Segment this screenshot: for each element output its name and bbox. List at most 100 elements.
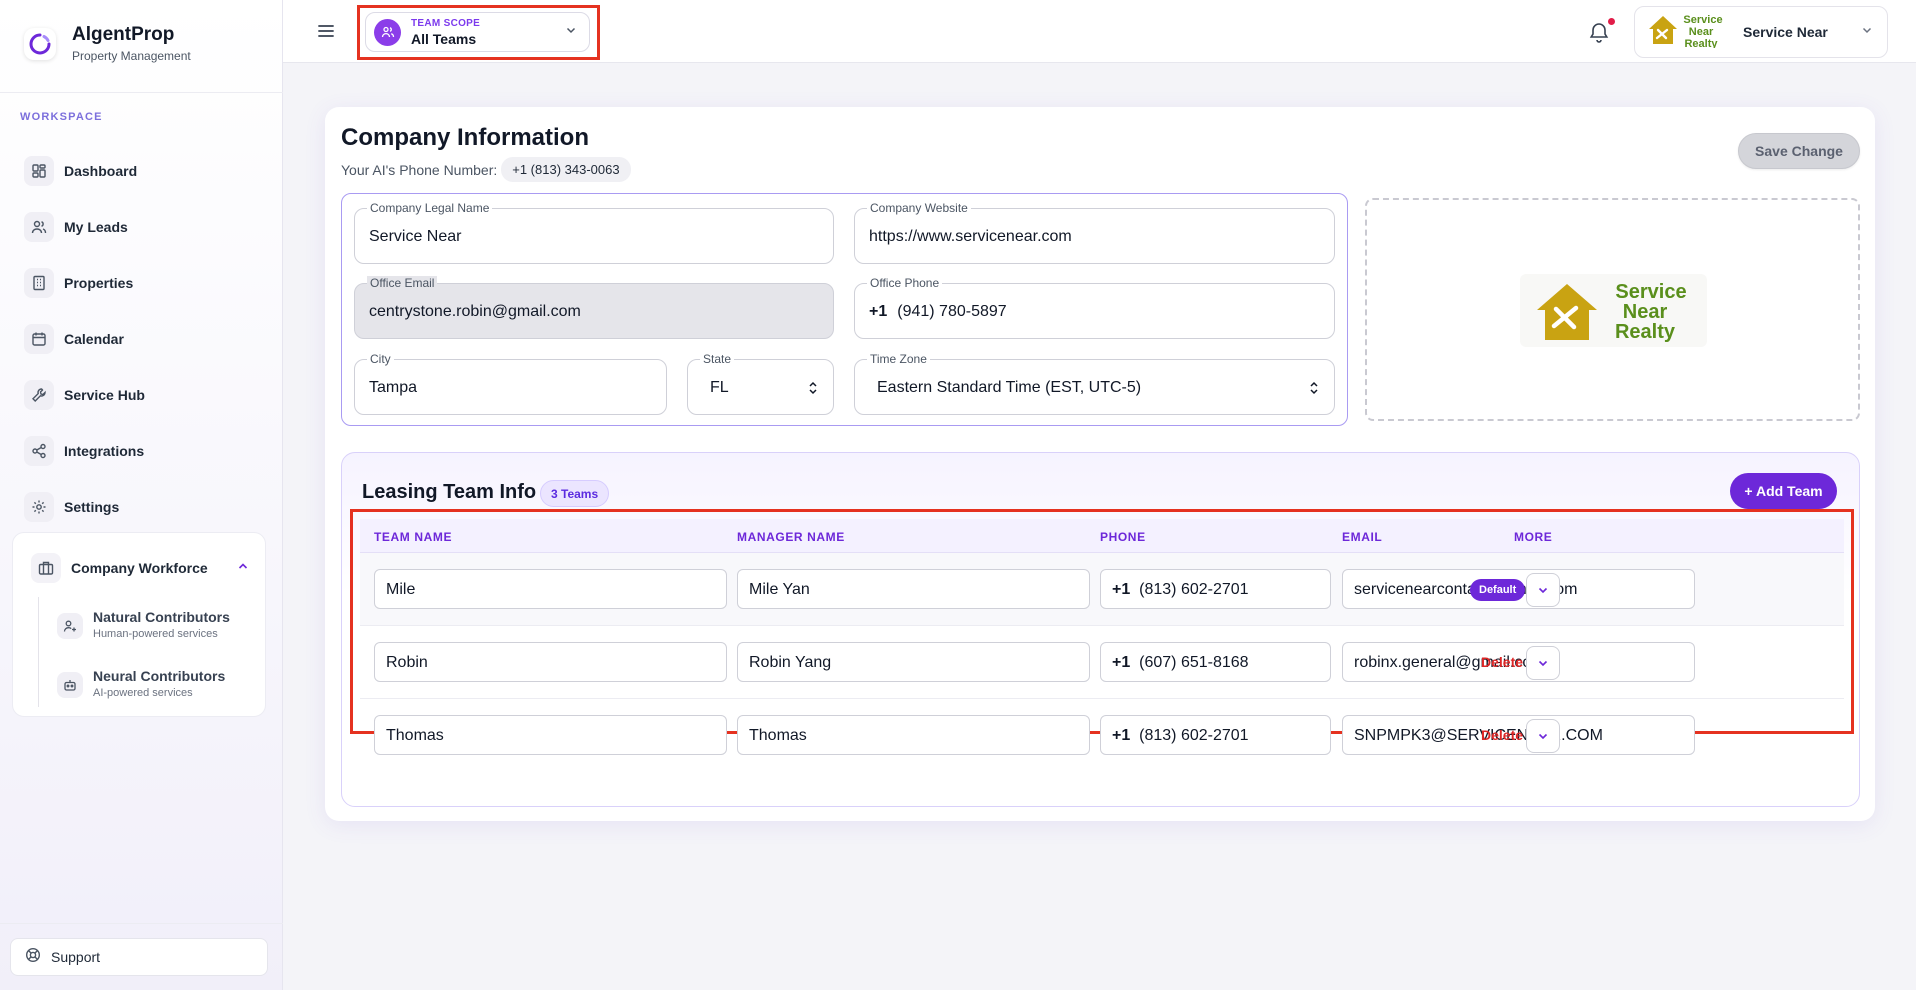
team-name-input[interactable]: Mile — [374, 569, 727, 609]
cell-value: SNPMPK3@SERVICENEAR.COM — [1354, 727, 1603, 744]
sidebar-item-label: Settings — [64, 499, 120, 515]
support-button[interactable]: Support — [10, 938, 268, 976]
column-header-phone: PHONE — [1100, 530, 1146, 544]
field-label: Company Website — [867, 201, 971, 215]
sidebar-item-dashboard[interactable]: Dashboard — [24, 143, 264, 199]
more-dropdown-button[interactable] — [1526, 719, 1560, 753]
ai-phone-label: Your AI's Phone Number: — [341, 161, 498, 178]
phone-input[interactable]: +1 (607) 651-8168 — [1100, 642, 1331, 682]
sidebar-item-natural-contributors[interactable]: Natural Contributors Human-powered servi… — [57, 609, 230, 640]
cell-value: (813) 602-2701 — [1139, 727, 1249, 744]
field-label: State — [700, 352, 735, 366]
company-workforce-panel: Company Workforce Natural Contributors H… — [12, 532, 266, 717]
sidebar-item-service-hub[interactable]: Service Hub — [24, 367, 264, 423]
teams-count-badge: 3 Teams — [540, 480, 610, 507]
save-change-button[interactable]: Save Change — [1738, 133, 1860, 169]
hamburger-menu-icon[interactable] — [317, 22, 335, 40]
team-name-input[interactable]: Thomas — [374, 715, 727, 755]
brand-logo-icon — [24, 27, 56, 60]
wrench-icon — [24, 380, 54, 410]
manager-name-input[interactable]: Robin Yang — [737, 642, 1090, 682]
logo-text-line: Service — [1683, 14, 1722, 26]
country-code: +1 — [1112, 581, 1131, 598]
phone-input[interactable]: +1 (813) 602-2701 — [1100, 569, 1331, 609]
sidebar: AlgentProp Property Management WORKSPACE… — [0, 0, 283, 990]
logo-text-line: Realty — [1614, 321, 1675, 343]
field-label: Company Legal Name — [367, 201, 493, 215]
sidebar-item-label: Integrations — [64, 443, 145, 459]
sidebar-item-properties[interactable]: Properties — [24, 255, 264, 311]
chevron-down-icon — [1861, 23, 1873, 41]
delete-team-button[interactable]: Delete — [1481, 654, 1523, 670]
sidebar-item-calendar[interactable]: Calendar — [24, 311, 264, 367]
sidebar-item-label: Service Hub — [64, 387, 145, 403]
default-badge: Default — [1470, 579, 1526, 601]
sidebar-item-label: My Leads — [64, 219, 128, 235]
delete-team-button[interactable]: Delete — [1481, 727, 1523, 743]
cell-value: Thomas — [386, 727, 444, 744]
logo-text-line: Realty — [1684, 38, 1718, 48]
cell-value: Mile Yan — [749, 581, 810, 598]
table-row: Thomas Thomas +1 (813) 602-2701 SNPMPK3@… — [360, 699, 1844, 772]
divider — [0, 923, 283, 924]
cell-value: Mile — [386, 581, 416, 598]
country-code: +1 — [869, 303, 888, 320]
table-row: Robin Robin Yang +1 (607) 651-8168 robin… — [360, 626, 1844, 699]
logo-text-line: Near — [1689, 26, 1714, 38]
city-field[interactable]: City Tampa — [354, 352, 667, 415]
column-header-email: EMAIL — [1342, 530, 1383, 544]
column-header-manager-name: MANAGER NAME — [737, 530, 845, 544]
chevron-down-icon — [1538, 660, 1548, 667]
teams-table: TEAM NAME MANAGER NAME PHONE EMAIL MORE … — [360, 519, 1844, 755]
more-dropdown-button[interactable] — [1526, 573, 1560, 607]
company-website-field[interactable]: Company Website https://www.servicenear.… — [854, 201, 1335, 264]
chevron-down-icon — [1538, 587, 1548, 594]
manager-name-input[interactable]: Thomas — [737, 715, 1090, 755]
cell-value: Thomas — [749, 727, 807, 744]
phone-input[interactable]: +1 (813) 602-2701 — [1100, 715, 1331, 755]
natural-contributors-desc: Human-powered services — [93, 628, 218, 640]
sidebar-item-neural-contributors[interactable]: Neural Contributors AI-powered services — [57, 668, 225, 699]
sidebar-item-label: Calendar — [64, 331, 124, 347]
cell-value: Robin Yang — [749, 654, 832, 671]
office-phone-field[interactable]: Office Phone +1 (941) 780-5897 — [854, 276, 1335, 339]
brand[interactable]: AlgentProp Property Management — [24, 24, 191, 63]
field-label: Time Zone — [867, 352, 930, 366]
chevron-down-icon — [565, 23, 577, 41]
company-logo-upload[interactable]: Service Near Realty — [1365, 198, 1860, 421]
field-value: Tampa — [369, 379, 418, 396]
table-header: TEAM NAME MANAGER NAME PHONE EMAIL MORE — [360, 519, 1844, 553]
account-menu[interactable]: Service Near Realty Service Near — [1634, 6, 1888, 58]
country-code: +1 — [1112, 727, 1131, 744]
office-email-field: Office Email centrystone.robin@gmail.com — [354, 276, 834, 339]
ai-phone-value: +1 (813) 343-0063 — [501, 157, 631, 182]
team-scope-select[interactable]: TEAM SCOPE All Teams — [365, 12, 590, 52]
sidebar-item-settings[interactable]: Settings — [24, 479, 264, 535]
company-legal-name-field[interactable]: Company Legal Name Service Near — [354, 201, 834, 264]
field-value: Eastern Standard Time (EST, UTC-5) — [877, 379, 1142, 396]
sidebar-nav: Dashboard My Leads Properties Calendar S… — [24, 143, 264, 535]
sidebar-item-my-leads[interactable]: My Leads — [24, 199, 264, 255]
natural-contributors-title: Natural Contributors — [93, 609, 230, 625]
company-information-card: Company Information Your AI's Phone Numb… — [325, 107, 1875, 821]
top-bar: TEAM SCOPE All Teams Service Near Realty… — [283, 0, 1916, 63]
company-logo-preview: Service Near Realty — [1520, 274, 1707, 347]
more-dropdown-button[interactable] — [1526, 646, 1560, 680]
grid-icon — [24, 156, 54, 186]
ai-phone-row: Your AI's Phone Number: +1 (813) 343-006… — [341, 157, 631, 182]
sidebar-item-integrations[interactable]: Integrations — [24, 423, 264, 479]
company-workforce-toggle[interactable]: Company Workforce — [31, 553, 249, 583]
users-icon — [24, 212, 54, 242]
building-icon — [24, 268, 54, 298]
add-team-button[interactable]: + Add Team — [1730, 473, 1837, 509]
share-icon — [24, 436, 54, 466]
select-arrows-icon — [1308, 380, 1320, 401]
section-label: WORKSPACE — [20, 111, 103, 123]
bell-icon[interactable] — [1587, 20, 1611, 44]
time-zone-select[interactable]: Time Zone Eastern Standard Time (EST, UT… — [854, 352, 1335, 415]
team-name-input[interactable]: Robin — [374, 642, 727, 682]
state-select[interactable]: State FL — [687, 352, 834, 415]
neural-contributors-desc: AI-powered services — [93, 687, 193, 699]
field-value: Service Near — [369, 228, 462, 245]
manager-name-input[interactable]: Mile Yan — [737, 569, 1090, 609]
